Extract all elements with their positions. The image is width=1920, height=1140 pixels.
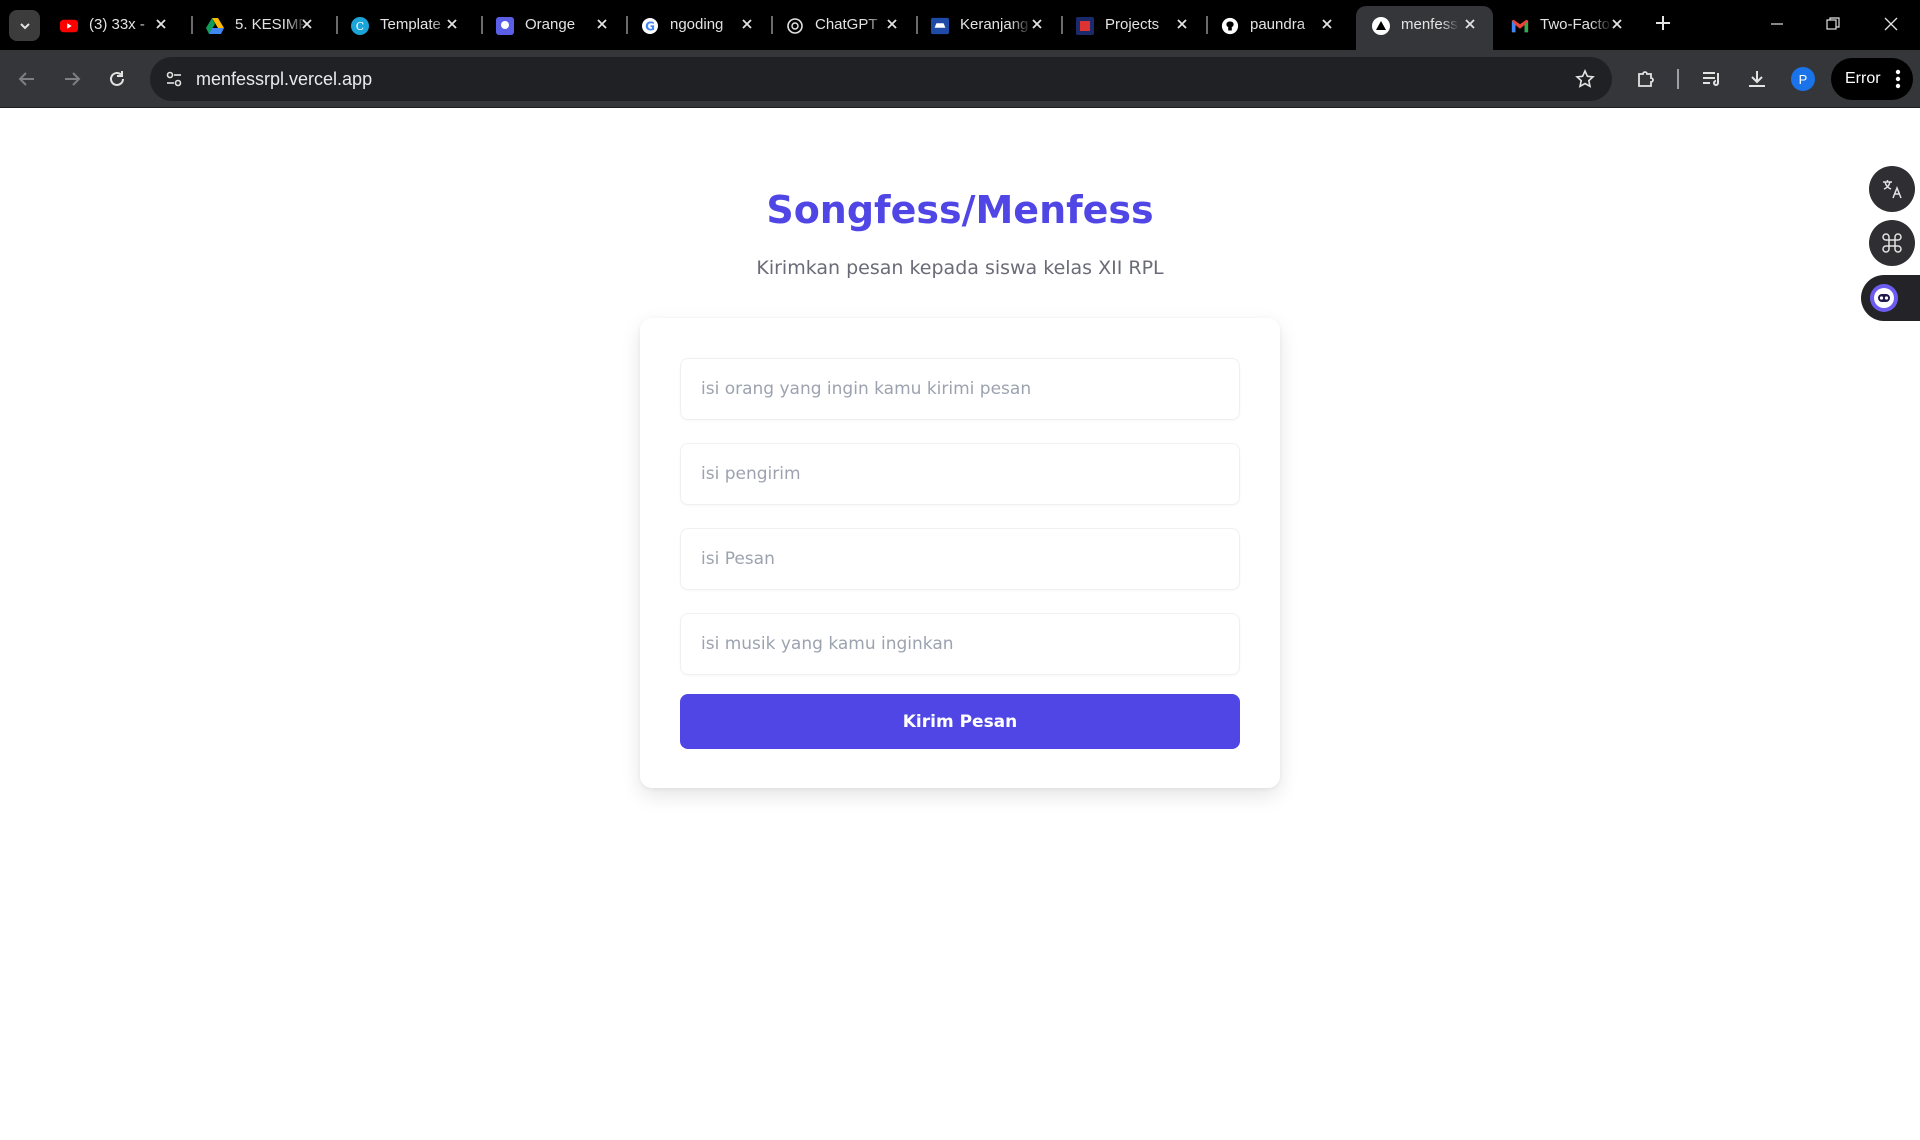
translate-widget-button[interactable] bbox=[1869, 166, 1915, 212]
tab-strip: (3) 33x - 5. KESIMPULAN C Template Orang… bbox=[0, 0, 1920, 50]
send-message-button[interactable]: Kirim Pesan bbox=[680, 694, 1240, 749]
close-icon[interactable] bbox=[883, 15, 901, 33]
tab-search-button[interactable] bbox=[9, 10, 40, 41]
downloads-button[interactable] bbox=[1743, 65, 1771, 93]
error-menu-button[interactable]: Error bbox=[1831, 58, 1913, 100]
youtube-icon bbox=[60, 17, 78, 35]
close-icon[interactable] bbox=[1608, 15, 1626, 33]
close-icon[interactable] bbox=[1028, 15, 1046, 33]
vercel-icon bbox=[1372, 17, 1390, 35]
google-icon: G bbox=[641, 17, 659, 35]
puzzle-icon bbox=[1638, 71, 1654, 87]
tune-icon bbox=[166, 71, 182, 87]
tab-title: 5. KESIMPULAN bbox=[235, 16, 307, 33]
close-icon[interactable] bbox=[152, 15, 170, 33]
shop-icon bbox=[931, 17, 949, 35]
tab-drive[interactable]: 5. KESIMPULAN bbox=[190, 6, 330, 44]
tab-gmail[interactable]: Two-Factor bbox=[1495, 6, 1640, 44]
tab-title: ChatGPT bbox=[815, 16, 878, 33]
close-icon[interactable] bbox=[1173, 15, 1191, 33]
app-icon bbox=[496, 17, 514, 35]
project-icon bbox=[1076, 17, 1094, 35]
tab-github[interactable]: paundra bbox=[1205, 6, 1350, 44]
arrow-right-icon bbox=[65, 72, 81, 86]
restore-button[interactable] bbox=[1821, 12, 1845, 36]
new-tab-button[interactable] bbox=[1651, 11, 1675, 35]
close-window-button[interactable] bbox=[1879, 12, 1903, 36]
extensions-button[interactable] bbox=[1632, 65, 1660, 93]
media-button[interactable] bbox=[1698, 65, 1726, 93]
assistant-bot-icon bbox=[1870, 284, 1898, 312]
translate-icon bbox=[1883, 180, 1902, 199]
toolbar-divider bbox=[1677, 69, 1679, 89]
tab-canva[interactable]: C Template bbox=[335, 6, 475, 44]
page-subtitle: Kirimkan pesan kepada siswa kelas XII RP… bbox=[756, 257, 1164, 279]
close-icon[interactable] bbox=[443, 15, 461, 33]
tab-title: menfess bbox=[1401, 16, 1458, 33]
tab-chatgpt[interactable]: ChatGPT bbox=[770, 6, 915, 44]
message-input[interactable] bbox=[681, 529, 1239, 589]
tab-title: Projects bbox=[1105, 16, 1160, 33]
gmail-icon bbox=[1511, 17, 1529, 35]
reload-icon bbox=[110, 71, 124, 86]
recipient-input[interactable] bbox=[681, 359, 1239, 419]
close-icon[interactable] bbox=[1318, 15, 1336, 33]
profile-avatar[interactable]: P bbox=[1791, 67, 1815, 91]
chatgpt-icon bbox=[786, 17, 804, 35]
menfess-form-card: Kirim Pesan bbox=[640, 318, 1280, 788]
tab-projects[interactable]: Projects bbox=[1060, 6, 1205, 44]
svg-text:G: G bbox=[645, 20, 655, 34]
tab-title: Orange bbox=[525, 16, 576, 33]
chevron-down-icon bbox=[19, 22, 30, 29]
plus-icon bbox=[1656, 16, 1670, 30]
tab-title: Two-Factor bbox=[1540, 16, 1612, 33]
close-icon[interactable] bbox=[1461, 15, 1479, 33]
tab-title: ngoding bbox=[670, 16, 724, 33]
recipient-field[interactable] bbox=[680, 358, 1240, 420]
tab-menfess-active[interactable]: menfess bbox=[1356, 6, 1493, 50]
arrow-left-icon bbox=[18, 72, 34, 86]
close-icon[interactable] bbox=[738, 15, 756, 33]
star-icon bbox=[1575, 69, 1595, 88]
message-field[interactable] bbox=[680, 528, 1240, 590]
bookmark-button[interactable] bbox=[1574, 68, 1596, 90]
canva-icon: C bbox=[351, 17, 369, 35]
tab-orange[interactable]: Orange bbox=[480, 6, 625, 44]
browser-toolbar: menfessrpl.vercel.app P Error bbox=[0, 50, 1920, 108]
page-title: Songfess/Menfess bbox=[766, 188, 1154, 232]
music-input[interactable] bbox=[681, 614, 1239, 674]
shortcuts-widget-button[interactable] bbox=[1869, 220, 1915, 266]
more-vert-icon bbox=[1895, 69, 1901, 89]
site-info-button[interactable] bbox=[159, 64, 189, 94]
address-bar[interactable]: menfessrpl.vercel.app bbox=[150, 57, 1612, 101]
close-icon[interactable] bbox=[593, 15, 611, 33]
assistant-widget-tab[interactable] bbox=[1861, 275, 1920, 321]
close-icon[interactable] bbox=[298, 15, 316, 33]
google-drive-icon bbox=[206, 17, 224, 35]
svg-text:C: C bbox=[356, 20, 364, 33]
tab-title: Template bbox=[380, 16, 441, 33]
reload-button[interactable] bbox=[101, 63, 133, 95]
github-icon bbox=[1221, 17, 1239, 35]
minimize-icon bbox=[1771, 23, 1783, 25]
close-icon bbox=[1884, 17, 1898, 31]
sender-input[interactable] bbox=[681, 444, 1239, 504]
music-field[interactable] bbox=[680, 613, 1240, 675]
sender-field[interactable] bbox=[680, 443, 1240, 505]
tab-title: paundra bbox=[1250, 16, 1306, 33]
url-text[interactable]: menfessrpl.vercel.app bbox=[196, 69, 372, 90]
media-queue-icon bbox=[1703, 72, 1719, 86]
command-icon bbox=[1882, 233, 1902, 253]
tab-title: (3) 33x - bbox=[89, 16, 145, 33]
tab-title: Keranjang bbox=[960, 16, 1029, 33]
tab-keranjang[interactable]: Keranjang bbox=[915, 6, 1060, 44]
tab-youtube[interactable]: (3) 33x - bbox=[44, 6, 184, 44]
forward-button[interactable] bbox=[56, 63, 88, 95]
minimize-button[interactable] bbox=[1765, 12, 1789, 36]
back-button[interactable] bbox=[11, 63, 43, 95]
restore-icon bbox=[1826, 17, 1840, 30]
tab-google[interactable]: G ngoding bbox=[625, 6, 770, 44]
download-icon bbox=[1749, 71, 1765, 87]
error-label: Error bbox=[1845, 70, 1881, 87]
